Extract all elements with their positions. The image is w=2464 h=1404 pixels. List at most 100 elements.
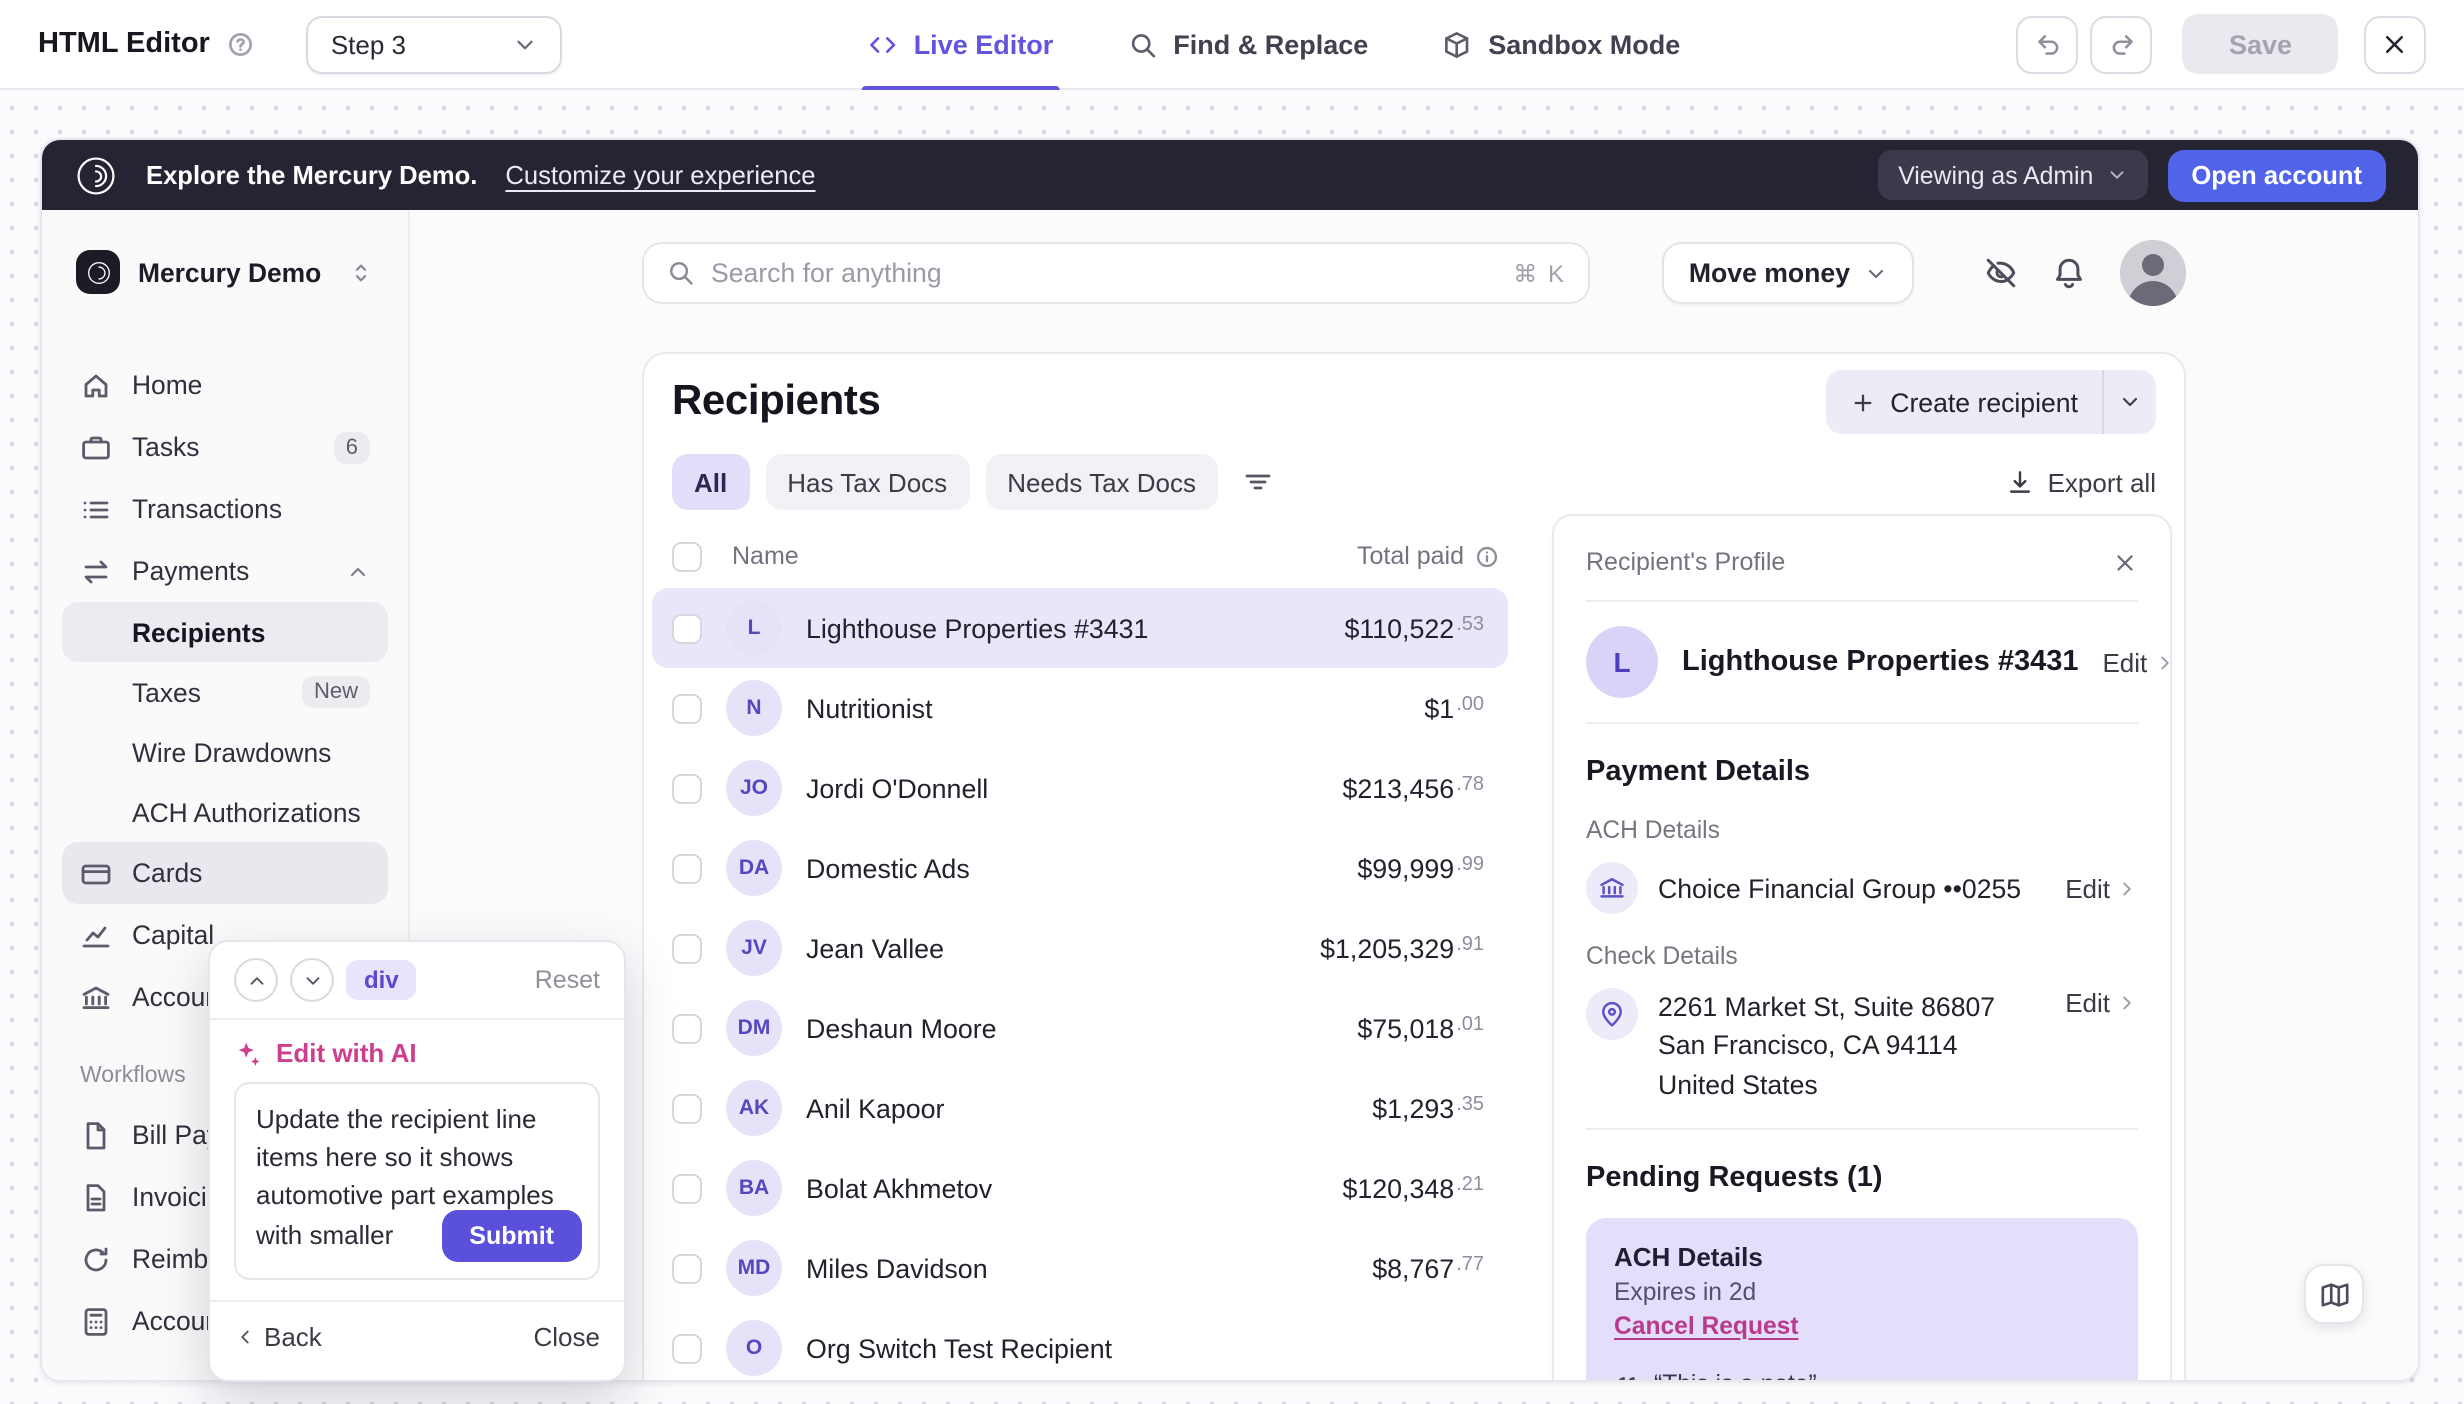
table-row[interactable]: BA Bolat Akhmetov $120,348.21 [652,1148,1508,1228]
chevron-up-icon [245,969,267,991]
recipient-avatar: DM [726,1000,782,1056]
redo-button[interactable] [2091,15,2153,73]
table-header: Name Total paid [644,538,1524,574]
edit-with-ai-header[interactable]: Edit with AI [210,1020,624,1082]
help-icon[interactable] [226,30,255,59]
viewing-as-dropdown[interactable]: Viewing as Admin [1878,150,2147,200]
recipient-total-paid [1482,1333,1484,1363]
sidebar-item-recipients[interactable]: Recipients [62,602,388,662]
row-checkbox[interactable] [672,1333,702,1363]
sidebar-item-transactions[interactable]: Transactions [62,478,388,540]
recipient-name: Jordi O'Donnell [806,773,988,803]
tab-live-editor[interactable]: Live Editor [868,0,1054,90]
close-editor-button[interactable] [2364,15,2426,73]
user-avatar[interactable] [2120,240,2186,306]
table-row[interactable]: AK Anil Kapoor $1,293.35 [652,1068,1508,1148]
recipients-card: Recipients Create recipient Al [642,352,2186,1382]
recipient-name: Deshaun Moore [806,1013,997,1043]
submit-button[interactable]: Submit [441,1210,582,1262]
privacy-toggle-button[interactable] [1984,256,2018,290]
pending-request-expiry: Expires in 2d [1614,1278,2110,1306]
element-selector-row: div Reset [210,942,624,1018]
sidebar-item-wire-drawdowns[interactable]: Wire Drawdowns [62,722,388,782]
recipient-name: Anil Kapoor [806,1093,944,1123]
pending-requests-title: Pending Requests (1) [1586,1162,2138,1194]
step-selector[interactable]: Step 3 [307,15,563,73]
export-all-button[interactable]: Export all [2006,467,2156,497]
table-row[interactable]: O Org Switch Test Recipient [652,1308,1508,1382]
sidebar-item-label: Taxes [132,677,201,707]
recipient-total-paid: $1,205,329.91 [1320,933,1484,963]
sidebar-item-label: Recipients [132,617,265,647]
info-icon[interactable] [1474,543,1500,569]
editor-title-text: HTML Editor [38,28,210,60]
move-money-button[interactable]: Move money [1663,242,1914,304]
select-parent-button[interactable] [234,958,278,1002]
filter-all[interactable]: All [672,454,749,510]
notifications-button[interactable] [2052,256,2086,290]
chevron-down-icon [301,969,323,991]
create-recipient-button[interactable]: Create recipient [1826,370,2102,434]
search-input[interactable] [711,258,1497,288]
sidebar-item-taxes[interactable]: Taxes New [62,662,388,722]
select-child-button[interactable] [290,958,334,1002]
avatar-image [2120,240,2186,306]
row-checkbox[interactable] [672,1173,702,1203]
open-account-button[interactable]: Open account [2167,149,2386,201]
row-checkbox[interactable] [672,693,702,723]
org-switcher[interactable]: Mercury Demo [62,242,388,302]
create-recipient-dropdown[interactable] [2102,370,2156,434]
row-checkbox[interactable] [672,613,702,643]
reset-button[interactable]: Reset [535,966,600,994]
table-row[interactable]: L Lighthouse Properties #3431 $110,522.5… [652,588,1508,668]
payments-submenu: Recipients Taxes New Wire Drawdowns ACH … [62,602,388,842]
search-bar[interactable]: ⌘ K [642,242,1590,304]
select-all-checkbox[interactable] [672,541,702,571]
edit-address-button[interactable]: Edit [2065,988,2138,1018]
recipient-total-paid: $213,456.78 [1342,773,1484,803]
sidebar-item-cards[interactable]: Cards [62,842,388,904]
row-checkbox[interactable] [672,1253,702,1283]
element-editor-popup: div Reset Edit with AI Update the recipi… [208,940,626,1382]
row-checkbox[interactable] [672,933,702,963]
tab-find-replace[interactable]: Find & Replace [1127,0,1368,90]
filter-needs-tax-docs[interactable]: Needs Tax Docs [985,454,1218,510]
tab-sandbox-mode[interactable]: Sandbox Mode [1442,0,1680,90]
map-button[interactable] [2304,1264,2364,1324]
ai-prompt-box[interactable]: Update the recipient line items here so … [234,1082,600,1280]
filter-options-button[interactable] [1242,466,1274,498]
row-checkbox[interactable] [672,853,702,883]
sidebar-item-label: Bill Pay [132,1120,220,1150]
table-row[interactable]: DM Deshaun Moore $75,018.01 [652,988,1508,1068]
cancel-request-link[interactable]: Cancel Request [1614,1312,1799,1340]
customize-experience-link[interactable]: Customize your experience [505,160,815,190]
edit-ach-button[interactable]: Edit [2065,873,2138,903]
create-recipient-split-button: Create recipient [1826,370,2156,434]
page-title: Recipients [672,378,880,426]
row-checkbox[interactable] [672,773,702,803]
undo-button[interactable] [2017,15,2079,73]
sidebar-item-ach-authorizations[interactable]: ACH Authorizations [62,782,388,842]
table-row[interactable]: MD Miles Davidson $8,767.77 [652,1228,1508,1308]
filter-has-tax-docs[interactable]: Has Tax Docs [765,454,969,510]
edit-recipient-button[interactable]: Edit [2102,647,2175,677]
close-panel-button[interactable] [2112,549,2138,575]
close-popup-button[interactable]: Close [534,1321,601,1351]
row-checkbox[interactable] [672,1013,702,1043]
sidebar-item-label: Wire Drawdowns [132,737,331,767]
recipient-total-paid: $75,018.01 [1357,1013,1484,1043]
sidebar-item-home[interactable]: Home [62,354,388,416]
row-checkbox[interactable] [672,1093,702,1123]
divider [1586,600,2138,602]
table-row[interactable]: N Nutritionist $1.00 [652,668,1508,748]
table-row[interactable]: DA Domestic Ads $99,999.99 [652,828,1508,908]
selected-element-tag[interactable]: div [346,960,417,1000]
sidebar-item-tasks[interactable]: Tasks 6 [62,416,388,478]
sidebar-item-payments[interactable]: Payments [62,540,388,602]
editor-toolbar: HTML Editor Step 3 Live Editor Find & Re… [0,0,2464,90]
popup-footer: Back Close [210,1302,624,1370]
table-row[interactable]: JO Jordi O'Donnell $213,456.78 [652,748,1508,828]
table-row[interactable]: JV Jean Vallee $1,205,329.91 [652,908,1508,988]
save-button[interactable]: Save [2183,14,2338,74]
back-button[interactable]: Back [234,1321,322,1351]
